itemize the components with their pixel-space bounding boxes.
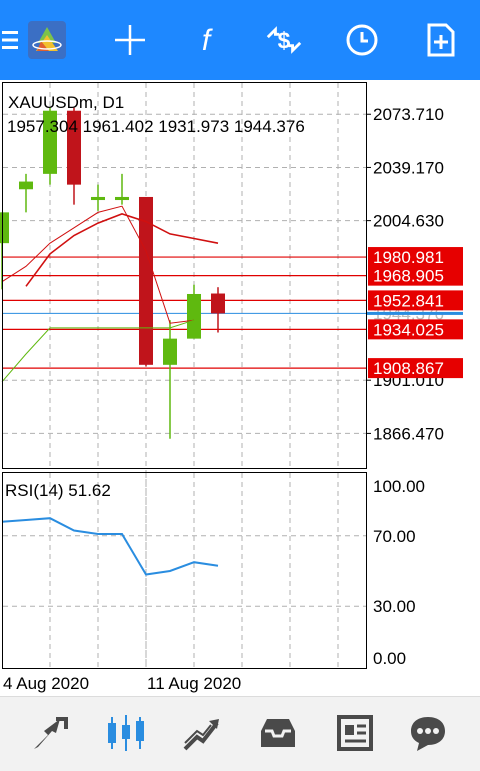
crosshair-icon[interactable] xyxy=(110,20,150,60)
candle-body xyxy=(91,196,105,201)
date-label-2: 11 Aug 2020 xyxy=(147,674,241,693)
rsi-line xyxy=(1,517,219,576)
ohlc-values: 1957.304 1961.402 1931.973 1944.376 xyxy=(7,117,305,136)
newspaper-icon[interactable] xyxy=(332,713,376,753)
metatrader-logo-icon[interactable] xyxy=(27,20,67,60)
candle-body xyxy=(163,338,177,365)
symbol-change-icon[interactable]: $ xyxy=(264,20,304,60)
chart-canvas[interactable]: XAUUSDm, D1 1957.304 1961.402 1931.973 1… xyxy=(0,80,480,696)
date-label-1: 4 Aug 2020 xyxy=(3,674,89,693)
rsi-axis-label: 30.00 xyxy=(373,597,416,616)
candle-body xyxy=(0,212,9,244)
quotes-arrows-icon[interactable] xyxy=(28,713,72,753)
price-axis-label: 2073.710 xyxy=(373,105,444,124)
hamburger-menu-icon[interactable] xyxy=(0,20,20,60)
current-price-marker xyxy=(367,311,463,315)
rsi-axis-label: 0.00 xyxy=(373,649,406,668)
price-axis-label: 1866.470 xyxy=(373,424,444,443)
chat-bubble-icon[interactable] xyxy=(406,713,450,753)
bottom-nav xyxy=(0,696,480,771)
level-label: 1952.841 xyxy=(373,291,444,310)
level-label: 1968.905 xyxy=(373,267,444,286)
candlestick-icon[interactable] xyxy=(104,713,148,753)
rsi-title: RSI(14) 51.62 xyxy=(5,481,111,500)
clock-icon[interactable] xyxy=(342,20,382,60)
svg-text:f: f xyxy=(202,24,213,57)
candle-body xyxy=(187,293,201,339)
candle-body xyxy=(211,293,225,314)
level-label: 1908.867 xyxy=(373,359,444,378)
price-axis-label: 2039.170 xyxy=(373,158,444,177)
chart-area[interactable]: XAUUSDm, D1 1957.304 1961.402 1931.973 1… xyxy=(0,80,480,696)
new-document-icon[interactable] xyxy=(421,20,461,60)
rsi-axis-label: 70.00 xyxy=(373,527,416,546)
top-toolbar: f $ xyxy=(0,0,480,80)
price-axis-label: 2004.630 xyxy=(373,212,444,231)
symbol-title: XAUUSDm, D1 xyxy=(8,93,124,112)
rsi-pane-frame xyxy=(2,472,367,669)
rsi-axis-label: 100.00 xyxy=(373,477,425,496)
level-label: 1934.025 xyxy=(373,320,444,339)
level-label: 1980.981 xyxy=(373,248,444,267)
function-icon[interactable]: f xyxy=(186,20,226,60)
inbox-tray-icon[interactable] xyxy=(256,713,300,753)
candle-body xyxy=(115,196,129,201)
svg-text:$: $ xyxy=(278,28,291,54)
trade-trend-icon[interactable] xyxy=(180,713,224,753)
candle-body xyxy=(19,181,33,190)
